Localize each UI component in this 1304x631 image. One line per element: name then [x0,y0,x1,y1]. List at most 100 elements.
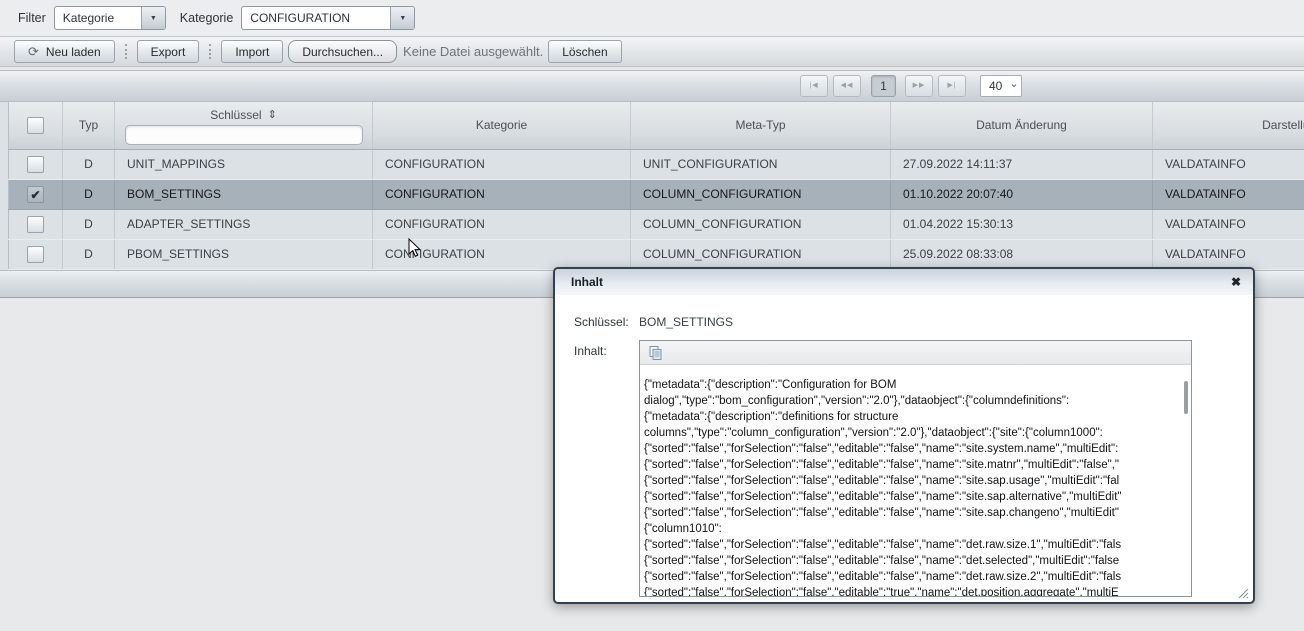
table-row[interactable]: ✔ DBOM_SETTINGSCONFIGURATIONCOLUMN_CONFIG… [9,179,1304,209]
close-icon[interactable]: ✖ [1231,276,1241,288]
header-meta-typ[interactable]: Meta-Typ [631,102,891,149]
schluessel-filter-input[interactable] [125,125,363,145]
row-checkbox-cell [9,239,63,269]
content-text[interactable]: {"metadata":{"description":"Configuratio… [640,365,1191,596]
next-page-button[interactable]: ▶▶ [905,75,933,97]
cell-kategorie: CONFIGURATION [373,149,631,179]
chevron-down-icon: ⌄ [1009,77,1018,90]
dialog-titlebar[interactable]: Inhalt ✖ [555,269,1253,295]
content-line: {"sorted":"false","forSelection":"false"… [644,569,1187,585]
header-darstellung[interactable]: Darstellung [1153,102,1304,149]
cell-kategorie: CONFIGURATION [373,179,631,209]
cell-darstellung: VALDATAINFO [1153,209,1304,239]
content-line: {"sorted":"false","forSelection":"false"… [644,473,1187,489]
filter-label: Filter [18,11,46,25]
reload-button[interactable]: ⟳ Neu laden [14,40,115,63]
results-table: Typ Schlüssel ⇕ Kategorie Meta-Typ Datum… [8,102,1304,270]
header-kategorie[interactable]: Kategorie [373,102,631,149]
reload-button-label: Neu laden [46,45,101,59]
select-all-checkbox[interactable] [27,117,44,134]
kategorie-dropdown-value: CONFIGURATION [242,7,390,29]
row-checkbox[interactable] [27,246,44,263]
table-body: DUNIT_MAPPINGSCONFIGURATIONUNIT_CONFIGUR… [9,149,1304,269]
cell-kategorie: CONFIGURATION [373,209,631,239]
mouse-cursor-icon [408,238,422,258]
toolbar-separator [209,44,211,59]
content-box: {"metadata":{"description":"Configuratio… [639,340,1192,597]
current-page-button[interactable]: 1 [871,75,896,97]
filter-bar: Filter Kategorie ▼ Kategorie CONFIGURATI… [0,0,1304,36]
kategorie-label: Kategorie [180,11,234,25]
content-line: {"sorted":"false","forSelection":"false"… [644,457,1187,473]
export-button[interactable]: Export [137,40,200,63]
table-row[interactable]: DADAPTER_SETTINGSCONFIGURATIONCOLUMN_CON… [9,209,1304,239]
cell-darstellung: VALDATAINFO [1153,149,1304,179]
filter-dropdown[interactable]: Kategorie ▼ [54,6,166,30]
content-line: {"metadata":{"description":"definitions … [644,409,1187,425]
first-page-button[interactable]: |◀ [800,75,828,97]
dialog-title: Inhalt [571,275,1231,289]
header-typ[interactable]: Typ [63,102,115,149]
content-line: {"sorted":"false","forSelection":"false"… [644,553,1187,569]
resize-grip-icon[interactable] [1238,588,1249,599]
row-checkbox[interactable] [27,216,44,233]
cell-typ: D [63,149,115,179]
dialog-inhalt-label: Inhalt: [574,344,607,358]
row-checkbox-cell [9,209,63,239]
chevron-down-icon[interactable]: ▼ [141,7,165,29]
cell-schluessel: BOM_SETTINGS [115,179,373,209]
cell-meta-typ: COLUMN_CONFIGURATION [631,209,891,239]
page-size-select[interactable]: 40 ⌄ [980,75,1022,97]
content-line: {"sorted":"false","forSelection":"false"… [644,537,1187,553]
app-root: { "filter_bar": { "filter_label": "Filte… [0,0,1304,631]
page-size-value: 40 [989,79,1002,93]
row-checkbox-cell: ✔ [9,179,63,209]
content-line: {"sorted":"false","forSelection":"false"… [644,505,1187,521]
cell-schluessel: UNIT_MAPPINGS [115,149,373,179]
pagination-bar: |◀ ◀◀ 1 ▶▶ ▶| 40 ⌄ [0,71,1304,102]
content-line: {"sorted":"false","forSelection":"false"… [644,489,1187,505]
row-checkbox-cell [9,149,63,179]
cell-typ: D [63,179,115,209]
copy-icon[interactable] [648,345,664,361]
cell-datum-aenderung: 27.09.2022 14:11:37 [891,149,1153,179]
cell-darstellung: VALDATAINFO [1153,239,1304,269]
vertical-scrollbar[interactable] [1184,381,1188,414]
browse-file-button[interactable]: Durchsuchen... [288,40,397,63]
toolbar-separator [125,44,127,59]
last-page-button[interactable]: ▶| [938,75,966,97]
inhalt-dialog: Inhalt ✖ Schlüssel: BOM_SETTINGS Inhalt:… [553,267,1255,604]
content-line: dialog","type":"bom_configuration","vers… [644,393,1187,409]
cell-meta-typ: UNIT_CONFIGURATION [631,149,891,179]
content-line: {"metadata":{"description":"Configuratio… [644,377,1187,393]
header-schluessel[interactable]: Schlüssel ⇕ [115,102,373,149]
table-row[interactable]: DPBOM_SETTINGSCONFIGURATIONCOLUMN_CONFIG… [9,239,1304,269]
header-schluessel-label: Schlüssel [210,108,261,122]
table-header-row: Typ Schlüssel ⇕ Kategorie Meta-Typ Datum… [9,102,1304,149]
cell-typ: D [63,239,115,269]
cell-schluessel: ADAPTER_SETTINGS [115,209,373,239]
previous-page-button[interactable]: ◀◀ [833,75,861,97]
content-line: {"column1010": [644,521,1187,537]
table-row[interactable]: DUNIT_MAPPINGSCONFIGURATIONUNIT_CONFIGUR… [9,149,1304,179]
cell-meta-typ: COLUMN_CONFIGURATION [631,179,891,209]
dialog-schluessel-label: Schlüssel: [574,315,629,329]
content-line: columns","type":"column_configuration","… [644,425,1187,441]
delete-button[interactable]: Löschen [548,40,621,63]
chevron-down-icon[interactable]: ▼ [390,7,414,29]
data-grid: |◀ ◀◀ 1 ▶▶ ▶| 40 ⌄ Typ Schlüssel ⇕ [0,70,1304,298]
row-checkbox[interactable]: ✔ [27,186,44,203]
toolbar: ⟳ Neu laden Export Import Durchsuchen...… [0,36,1304,67]
cell-datum-aenderung: 01.04.2022 15:30:13 [891,209,1153,239]
import-button[interactable]: Import [221,40,283,63]
content-line: {"sorted":"false","forSelection":"false"… [644,585,1187,596]
refresh-icon: ⟳ [28,45,39,58]
content-toolbar [640,341,1191,365]
cell-schluessel: PBOM_SETTINGS [115,239,373,269]
header-select-cell [9,102,63,149]
file-status-text: Keine Datei ausgewählt. [403,44,543,59]
kategorie-dropdown[interactable]: CONFIGURATION ▼ [241,6,415,30]
row-checkbox[interactable] [27,156,44,173]
header-datum-aenderung[interactable]: Datum Änderung [891,102,1153,149]
sort-icon[interactable]: ⇕ [268,108,277,121]
